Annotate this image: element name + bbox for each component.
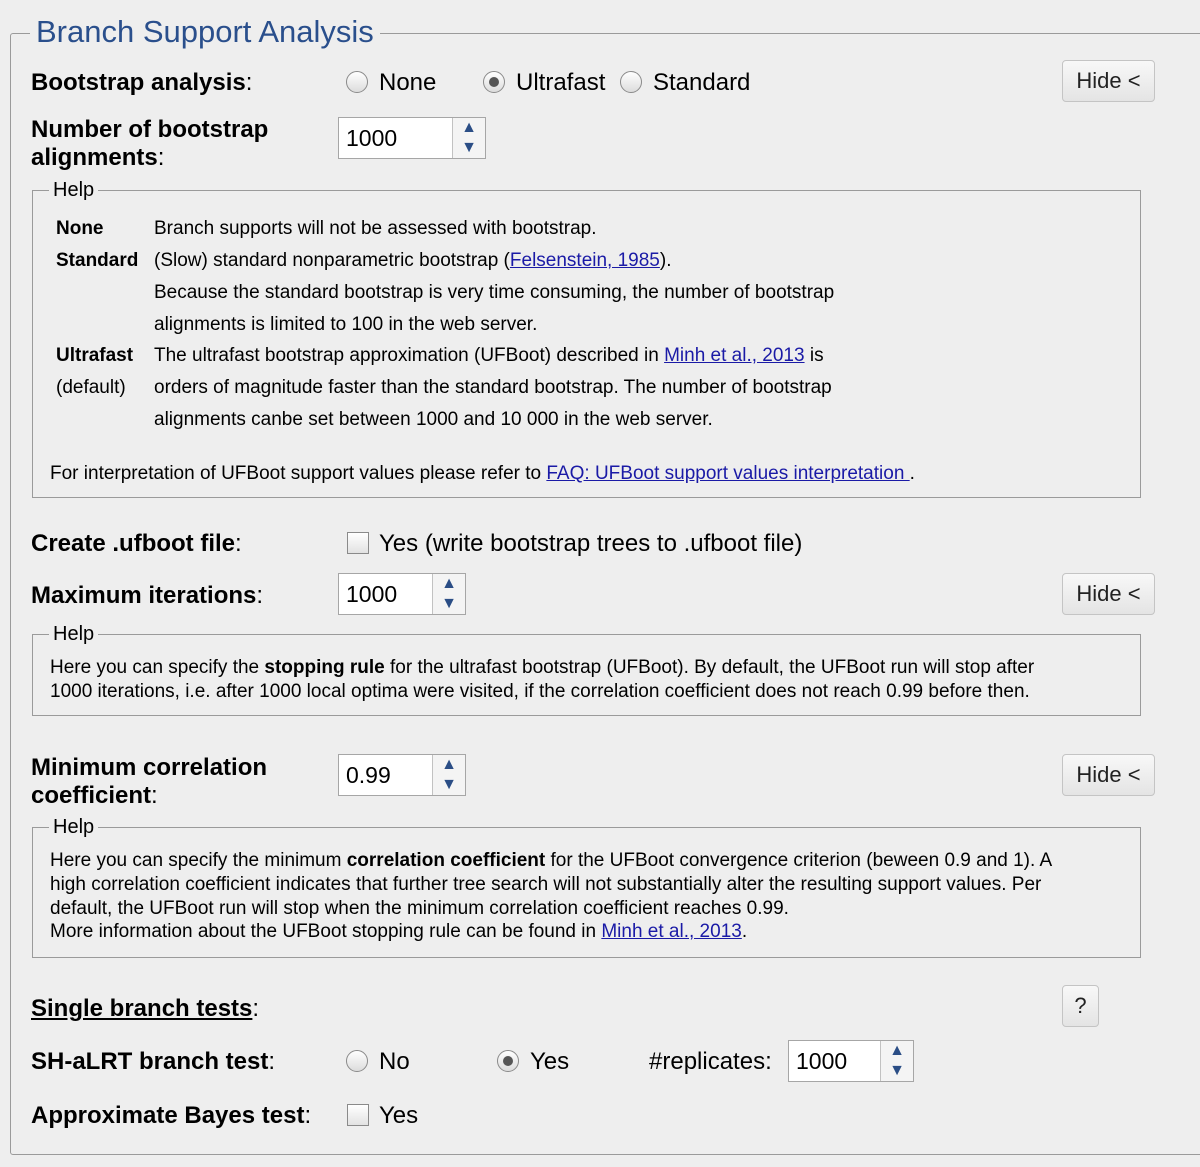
help-desc-standard-2: Because the standard bootstrap is very t… bbox=[154, 282, 835, 303]
section-title: Branch Support Analysis bbox=[30, 12, 380, 52]
minh-2013-link-2[interactable]: Minh et al., 2013 bbox=[601, 921, 741, 942]
bootstrap-help-box: Help None Branch supports will not be as… bbox=[32, 178, 1141, 498]
max-iterations-label: Maximum iterations: bbox=[31, 582, 264, 609]
sh-alrt-no-radio[interactable] bbox=[346, 1050, 368, 1072]
bootstrap-standard-label[interactable]: Standard bbox=[653, 69, 750, 97]
bootstrap-standard-radio[interactable] bbox=[620, 71, 642, 93]
max-iterations-arrows[interactable]: ▲ ▼ bbox=[432, 574, 465, 614]
chevron-down-icon[interactable]: ▼ bbox=[433, 775, 465, 795]
bootstrap-ultrafast-radio[interactable] bbox=[483, 71, 505, 93]
help-desc-standard-3: alignments is limited to 100 in the web … bbox=[154, 314, 538, 335]
sh-alrt-label: SH-aLRT branch test: bbox=[31, 1048, 276, 1075]
max-iterations-help-line1: Here you can specify the stopping rule f… bbox=[50, 657, 1035, 678]
single-branch-help-button[interactable]: ? bbox=[1062, 985, 1099, 1027]
help-term-ultrafast: Ultrafast bbox=[56, 345, 134, 366]
faq-ufboot-link[interactable]: FAQ: UFBoot support values interpretatio… bbox=[546, 463, 909, 484]
chevron-up-icon[interactable]: ▲ bbox=[433, 574, 465, 594]
chevron-down-icon[interactable]: ▼ bbox=[453, 138, 485, 158]
min-correlation-label: Minimum correlation coefficient: bbox=[31, 754, 268, 809]
help-title: Help bbox=[49, 622, 99, 646]
num-bootstrap-input[interactable] bbox=[339, 118, 453, 158]
replicates-input[interactable] bbox=[789, 1041, 881, 1081]
sh-alrt-yes-radio[interactable] bbox=[497, 1050, 519, 1072]
chevron-up-icon[interactable]: ▲ bbox=[453, 118, 485, 138]
single-branch-tests-label[interactable]: Single branch tests: bbox=[31, 995, 259, 1023]
chevron-up-icon[interactable]: ▲ bbox=[881, 1041, 913, 1061]
replicates-arrows[interactable]: ▲ ▼ bbox=[880, 1041, 913, 1081]
min-correlation-help-box: Help Here you can specify the minimum co… bbox=[32, 815, 1141, 958]
sh-alrt-no-label[interactable]: No bbox=[379, 1048, 410, 1076]
sh-alrt-yes-label[interactable]: Yes bbox=[530, 1048, 569, 1076]
min-correlation-help-line3: default, the UFBoot run will stop when t… bbox=[50, 898, 789, 919]
max-iterations-help-line2: 1000 iterations, i.e. after 1000 local o… bbox=[50, 681, 1030, 702]
help-desc-ultrafast-3: alignments canbe set between 1000 and 10… bbox=[154, 409, 713, 430]
min-correlation-help-line2: high correlation coefficient indicates t… bbox=[50, 874, 1042, 895]
help-desc-none: Branch supports will not be assessed wit… bbox=[154, 218, 597, 239]
help-desc-ultrafast: The ultrafast bootstrap approximation (U… bbox=[154, 345, 824, 366]
replicates-label: #replicates: bbox=[649, 1048, 772, 1075]
abayes-label: Approximate Bayes test: bbox=[31, 1102, 312, 1129]
min-correlation-help-line4: More information about the UFBoot stoppi… bbox=[50, 921, 748, 942]
max-iterations-help-box: Help Here you can specify the stopping r… bbox=[32, 622, 1141, 716]
help-title: Help bbox=[49, 178, 99, 202]
min-correlation-arrows[interactable]: ▲ ▼ bbox=[432, 755, 465, 795]
bootstrap-none-radio[interactable] bbox=[346, 71, 368, 93]
num-bootstrap-label: Number of bootstrap alignments: bbox=[31, 116, 269, 171]
bootstrap-hide-button[interactable]: Hide < bbox=[1062, 60, 1155, 102]
bootstrap-analysis-label: Bootstrap analysis: bbox=[31, 69, 253, 96]
bootstrap-ultrafast-label[interactable]: Ultrafast bbox=[516, 69, 605, 97]
ufboot-file-checkbox[interactable] bbox=[347, 532, 369, 554]
ufboot-file-option[interactable]: Yes (write bootstrap trees to .ufboot fi… bbox=[379, 530, 802, 558]
chevron-up-icon[interactable]: ▲ bbox=[433, 755, 465, 775]
num-bootstrap-arrows[interactable]: ▲ ▼ bbox=[452, 118, 485, 158]
max-iterations-input[interactable] bbox=[339, 574, 433, 614]
min-correlation-help-line1: Here you can specify the minimum correla… bbox=[50, 850, 1053, 871]
max-iterations-hide-button[interactable]: Hide < bbox=[1062, 573, 1155, 615]
replicates-spinner[interactable]: ▲ ▼ bbox=[788, 1040, 914, 1082]
help-desc-standard: (Slow) standard nonparametric bootstrap … bbox=[154, 250, 672, 271]
help-term-none: None bbox=[56, 218, 104, 239]
help-title: Help bbox=[49, 815, 99, 839]
chevron-down-icon[interactable]: ▼ bbox=[433, 594, 465, 614]
min-correlation-hide-button[interactable]: Hide < bbox=[1062, 754, 1155, 796]
abayes-checkbox[interactable] bbox=[347, 1104, 369, 1126]
chevron-down-icon[interactable]: ▼ bbox=[881, 1061, 913, 1081]
min-correlation-spinner[interactable]: ▲ ▼ bbox=[338, 754, 466, 796]
min-correlation-input[interactable] bbox=[339, 755, 433, 795]
help-term-standard: Standard bbox=[56, 250, 139, 271]
minh-2013-link[interactable]: Minh et al., 2013 bbox=[664, 345, 804, 366]
felsenstein-link[interactable]: Felsenstein, 1985 bbox=[510, 250, 660, 271]
max-iterations-spinner[interactable]: ▲ ▼ bbox=[338, 573, 466, 615]
ufboot-file-label: Create .ufboot file: bbox=[31, 530, 242, 557]
help-interpretation-text: For interpretation of UFBoot support val… bbox=[50, 463, 915, 484]
bootstrap-none-label[interactable]: None bbox=[379, 69, 436, 97]
help-desc-ultrafast-2: orders of magnitude faster than the stan… bbox=[154, 377, 832, 398]
abayes-option[interactable]: Yes bbox=[379, 1102, 418, 1130]
help-term-default: (default) bbox=[56, 377, 126, 398]
num-bootstrap-spinner[interactable]: ▲ ▼ bbox=[338, 117, 486, 159]
